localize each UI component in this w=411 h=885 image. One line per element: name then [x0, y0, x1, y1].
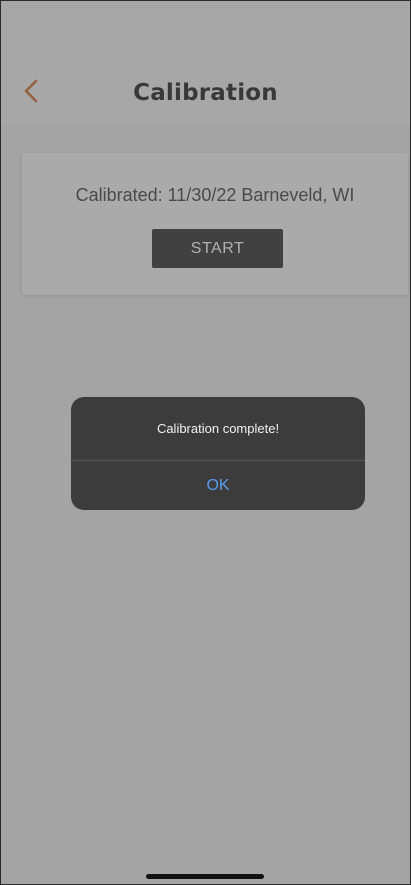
alert-message: Calibration complete! — [156, 421, 280, 436]
phone-screen: Calibration Calibrated: 11/30/22 Barneve… — [0, 0, 411, 885]
alert-ok-button[interactable]: OK — [71, 461, 365, 510]
home-indicator[interactable] — [146, 874, 264, 879]
calibration-complete-alert: Calibration complete! OK — [71, 397, 365, 510]
